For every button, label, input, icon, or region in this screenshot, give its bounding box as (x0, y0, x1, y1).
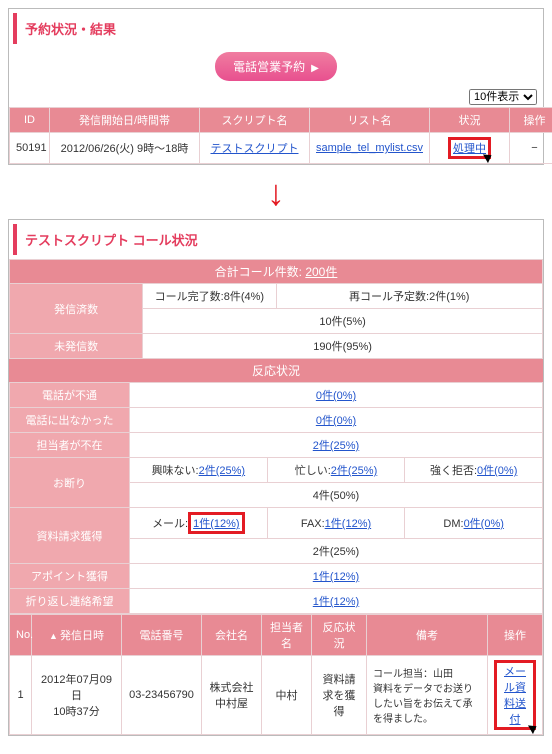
total-band: 合計コール件数: 200件 (10, 260, 543, 284)
sort-date[interactable]: 発信日時 (32, 615, 122, 656)
col-start: 発信開始日/時間帯 (50, 108, 200, 133)
section-title: テストスクリプト コール状況 (13, 224, 539, 255)
call-summary-table: 合計コール件数: 200件 発信済数 コール完了数:8件(4%) 再コール予定数… (9, 259, 543, 359)
table-row: 1 2012年07月09日 10時37分 03-23456790 株式会社中村屋… (10, 656, 543, 735)
col-op: 操作 (510, 108, 552, 133)
reservation-panel: 予約状況・結果 電話営業予約 10件表示 ID 発信開始日/時間帯 スクリプト名… (8, 8, 544, 165)
section-title: 予約状況・結果 (13, 13, 539, 44)
row-undone: 未発信数 (10, 334, 143, 359)
reserve-button[interactable]: 電話営業予約 (215, 52, 337, 81)
detail-table: No. 発信日時 電話番号 会社名 担当者名 反応状況 備考 操作 1 2012… (9, 614, 543, 735)
mail-doc-link[interactable]: メール資料送付 (504, 666, 526, 726)
r2-link[interactable]: 0件(0%) (316, 415, 356, 427)
col-script: スクリプト名 (200, 108, 310, 133)
r7-link[interactable]: 1件(12%) (313, 596, 359, 608)
r3-link[interactable]: 2件(25%) (313, 440, 359, 452)
cell-start: 2012/06/26(火) 9時〜18時 (50, 133, 200, 164)
react-table: 電話が不通0件(0%) 電話に出なかった0件(0%) 担当者が不在2件(25%)… (9, 382, 543, 614)
reservation-table: ID 発信開始日/時間帯 スクリプト名 リスト名 状況 操作 50191 201… (9, 107, 552, 164)
total-link[interactable]: 200件 (305, 265, 337, 279)
list-link[interactable]: sample_tel_mylist.csv (316, 142, 423, 154)
cell-op: − (510, 133, 552, 164)
display-count-select[interactable]: 10件表示 (469, 89, 537, 105)
script-link[interactable]: テストスクリプト (211, 143, 299, 155)
call-status-panel: テストスクリプト コール状況 合計コール件数: 200件 発信済数 コール完了数… (8, 219, 544, 736)
r5b-link[interactable]: 1件(12%) (325, 518, 371, 530)
react-band: 反応状況 (9, 359, 543, 382)
col-id: ID (10, 108, 50, 133)
col-list: リスト名 (310, 108, 430, 133)
r4b-link[interactable]: 2件(25%) (331, 465, 377, 477)
col-status: 状況 (430, 108, 510, 133)
arrow-down-icon: ↓ (8, 175, 544, 211)
r4a-link[interactable]: 2件(25%) (199, 465, 245, 477)
r6-link[interactable]: 1件(12%) (313, 571, 359, 583)
r1-link[interactable]: 0件(0%) (316, 390, 356, 402)
r5c-link[interactable]: 0件(0%) (464, 518, 504, 530)
cell-id: 50191 (10, 133, 50, 164)
r4c-link[interactable]: 0件(0%) (477, 465, 517, 477)
status-link[interactable]: 処理中 (453, 143, 486, 155)
table-row: 50191 2012/06/26(火) 9時〜18時 テストスクリプト samp… (10, 133, 552, 164)
r5a-link[interactable]: 1件(12%) (193, 518, 239, 530)
row-done: 発信済数 (10, 284, 143, 334)
